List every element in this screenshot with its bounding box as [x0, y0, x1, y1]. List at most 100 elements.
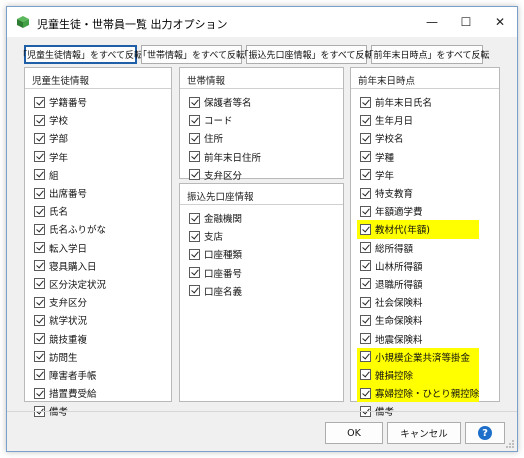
- bank-checkbox-row[interactable]: 口座種類: [189, 245, 242, 263]
- checkbox-checked[interactable]: [189, 285, 200, 297]
- checkbox-checked[interactable]: [360, 223, 371, 235]
- invert-student-button[interactable]: 「児童生徒情報」をすべて反転: [18, 45, 143, 64]
- checkbox-checked[interactable]: [360, 114, 371, 126]
- checkbox-checked[interactable]: [34, 114, 45, 126]
- student-checkbox-row[interactable]: 出席番号: [34, 184, 106, 202]
- checkbox-checked[interactable]: [360, 369, 371, 381]
- ok-button[interactable]: OK: [325, 422, 383, 444]
- checkbox-checked[interactable]: [34, 132, 45, 144]
- checkbox-checked[interactable]: [189, 212, 200, 224]
- invert-household-button[interactable]: 「世帯情報」をすべて反転: [138, 45, 245, 64]
- checkbox-checked[interactable]: [360, 151, 371, 163]
- student-checkbox-row[interactable]: 障害者手帳: [34, 366, 106, 384]
- household-checkbox-row[interactable]: コード: [189, 111, 261, 129]
- checkbox-checked[interactable]: [34, 223, 45, 235]
- prior-year-checkbox-row[interactable]: 山林所得額: [360, 257, 479, 275]
- bank-checkbox-row[interactable]: 口座名義: [189, 282, 242, 300]
- student-checkbox-row[interactable]: 競技重複: [34, 329, 106, 347]
- checkbox-checked[interactable]: [189, 114, 200, 126]
- cancel-button[interactable]: キャンセル: [387, 422, 461, 444]
- checkbox-checked[interactable]: [189, 151, 200, 163]
- student-checkbox-row[interactable]: 就学状況: [34, 311, 106, 329]
- student-checkbox-row[interactable]: 組: [34, 166, 106, 184]
- student-checkbox-row[interactable]: 学部: [34, 129, 106, 147]
- prior-year-checkbox-row[interactable]: 生年月日: [360, 111, 479, 129]
- student-checkbox-row[interactable]: 措置費受給: [34, 384, 106, 402]
- checkbox-checked[interactable]: [34, 278, 45, 290]
- student-checkbox-row[interactable]: 学籍番号: [34, 93, 106, 111]
- checkbox-checked[interactable]: [34, 314, 45, 326]
- prior-year-checkbox-row[interactable]: 寡婦控除・ひとり親控除: [357, 384, 480, 403]
- checkbox-checked[interactable]: [360, 132, 371, 144]
- checkbox-checked[interactable]: [189, 248, 200, 260]
- checkbox-checked[interactable]: [34, 260, 45, 272]
- student-checkbox-row[interactable]: 寝具購入日: [34, 257, 106, 275]
- invert-bank-button[interactable]: 「振込先口座情報」をすべて反転: [240, 45, 374, 64]
- checkbox-checked[interactable]: [34, 205, 45, 217]
- checkbox-checked[interactable]: [189, 169, 200, 181]
- checkbox-label: 教材代(年額): [375, 225, 430, 237]
- household-checkbox-row[interactable]: 支弁区分: [189, 166, 261, 184]
- checkbox-checked[interactable]: [34, 333, 45, 345]
- prior-year-checkbox-row[interactable]: 地震保険料: [360, 329, 479, 347]
- prior-year-checkbox-row[interactable]: 学年: [360, 166, 479, 184]
- checkbox-checked[interactable]: [34, 296, 45, 308]
- prior-year-checkbox-row[interactable]: 年額適学費: [360, 202, 479, 220]
- checkbox-checked[interactable]: [34, 369, 45, 381]
- checkbox-checked[interactable]: [360, 351, 371, 363]
- checkbox-checked[interactable]: [34, 169, 45, 181]
- checkbox-checked[interactable]: [360, 333, 371, 345]
- student-checkbox-row[interactable]: 転入学日: [34, 239, 106, 257]
- checkbox-checked[interactable]: [34, 96, 45, 108]
- checkbox-checked[interactable]: [189, 230, 200, 242]
- invert-prior-year-button[interactable]: 「前年末日時点」をすべて反転: [365, 45, 490, 64]
- checkbox-checked[interactable]: [34, 151, 45, 163]
- checkbox-checked[interactable]: [360, 296, 371, 308]
- bank-checkbox-row[interactable]: 金融機関: [189, 209, 242, 227]
- household-checkbox-row[interactable]: 前年末日住所: [189, 148, 261, 166]
- close-button[interactable]: ✕: [483, 7, 517, 37]
- prior-year-checkbox-row[interactable]: 雑損控除: [357, 365, 480, 384]
- student-checkbox-row[interactable]: 学年: [34, 148, 106, 166]
- checkbox-checked[interactable]: [34, 387, 45, 399]
- checkbox-checked[interactable]: [360, 242, 371, 254]
- student-checkbox-row[interactable]: 氏名ふりがな: [34, 220, 106, 238]
- checkbox-checked[interactable]: [360, 169, 371, 181]
- checkbox-checked[interactable]: [360, 205, 371, 217]
- resize-grip-icon[interactable]: [505, 439, 515, 449]
- checkbox-checked[interactable]: [34, 242, 45, 254]
- checkbox-checked[interactable]: [360, 278, 371, 290]
- checkbox-checked[interactable]: [360, 260, 371, 272]
- household-checkbox-row[interactable]: 保護者等名: [189, 93, 261, 111]
- prior-year-checkbox-row[interactable]: 前年末日氏名: [360, 93, 479, 111]
- household-checkbox-row[interactable]: 住所: [189, 129, 261, 147]
- prior-year-checkbox-row[interactable]: 総所得額: [360, 239, 479, 257]
- checkbox-checked[interactable]: [189, 96, 200, 108]
- checkbox-checked[interactable]: [189, 267, 200, 279]
- prior-year-checkbox-row[interactable]: 社会保険料: [360, 293, 479, 311]
- checkbox-checked[interactable]: [360, 96, 371, 108]
- student-checkbox-row[interactable]: 氏名: [34, 202, 106, 220]
- checkbox-checked[interactable]: [360, 314, 371, 326]
- checkbox-checked[interactable]: [34, 351, 45, 363]
- student-checkbox-row[interactable]: 訪問生: [34, 348, 106, 366]
- prior-year-checkbox-row[interactable]: 学校名: [360, 129, 479, 147]
- prior-year-checkbox-row[interactable]: 特支教育: [360, 184, 479, 202]
- student-checkbox-row[interactable]: 支弁区分: [34, 293, 106, 311]
- student-checkbox-row[interactable]: 学校: [34, 111, 106, 129]
- minimize-button[interactable]: —: [415, 7, 449, 37]
- prior-year-checkbox-row[interactable]: 生命保険料: [360, 311, 479, 329]
- prior-year-checkbox-row[interactable]: 学種: [360, 148, 479, 166]
- bank-checkbox-row[interactable]: 支店: [189, 227, 242, 245]
- checkbox-checked[interactable]: [360, 187, 371, 199]
- checkbox-checked[interactable]: [360, 387, 371, 399]
- prior-year-checkbox-row[interactable]: 小規模企業共済等掛金: [357, 347, 480, 366]
- prior-year-checkbox-row[interactable]: 教材代(年額): [357, 220, 480, 239]
- prior-year-checkbox-row[interactable]: 退職所得額: [360, 275, 479, 293]
- checkbox-checked[interactable]: [189, 132, 200, 144]
- student-checkbox-row[interactable]: 区分決定状況: [34, 275, 106, 293]
- help-button[interactable]: ?: [465, 422, 505, 444]
- checkbox-checked[interactable]: [34, 187, 45, 199]
- bank-checkbox-row[interactable]: 口座番号: [189, 264, 242, 282]
- maximize-button[interactable]: ☐: [449, 7, 483, 37]
